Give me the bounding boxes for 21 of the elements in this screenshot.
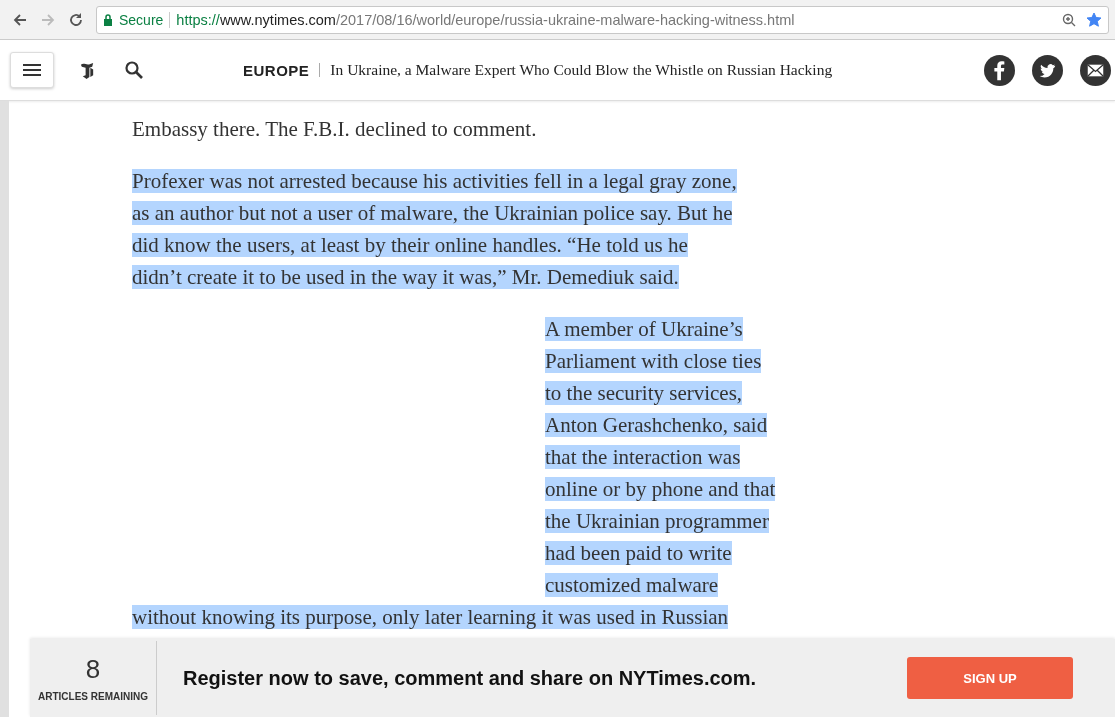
articles-count: 8 (85, 654, 101, 685)
section-label[interactable]: EUROPE (243, 61, 310, 79)
facebook-icon[interactable] (984, 54, 1015, 86)
reload-icon[interactable] (68, 11, 84, 28)
envelope-icon[interactable] (1080, 54, 1111, 86)
url-text: https://www.nytimes.com/2017/08/16/world/europe/russia-ukraine-malware-hacking-witness.html (176, 11, 796, 28)
headline: In Ukraine, a Malware Expert Who Could Blow the Whistle on Russian Hacking (330, 61, 833, 79)
address-bar[interactable]: Secure https://www.nytimes.com/2017/08/16/world/europe/russia-ukraine-malware-hacking-witness.html (96, 5, 1109, 34)
search-icon[interactable] (125, 61, 143, 79)
star-icon[interactable] (1086, 11, 1102, 28)
menu-button[interactable] (10, 52, 54, 88)
lock-icon (103, 13, 113, 26)
bird-icon[interactable] (1032, 54, 1063, 86)
gothic-t-logo-icon[interactable] (79, 60, 96, 80)
back-icon[interactable] (12, 11, 28, 28)
article-text-line: Embassy there. The F.B.I. declined to comment. (132, 117, 537, 141)
secure-label: Secure (119, 11, 164, 28)
articles-remaining-label: ARTICLES REMAINING (38, 691, 148, 702)
zoom-icon[interactable] (1062, 12, 1076, 27)
register-message: Register now to save, comment and share on NYTimes.com. (183, 666, 757, 690)
menu-icon (23, 63, 41, 77)
